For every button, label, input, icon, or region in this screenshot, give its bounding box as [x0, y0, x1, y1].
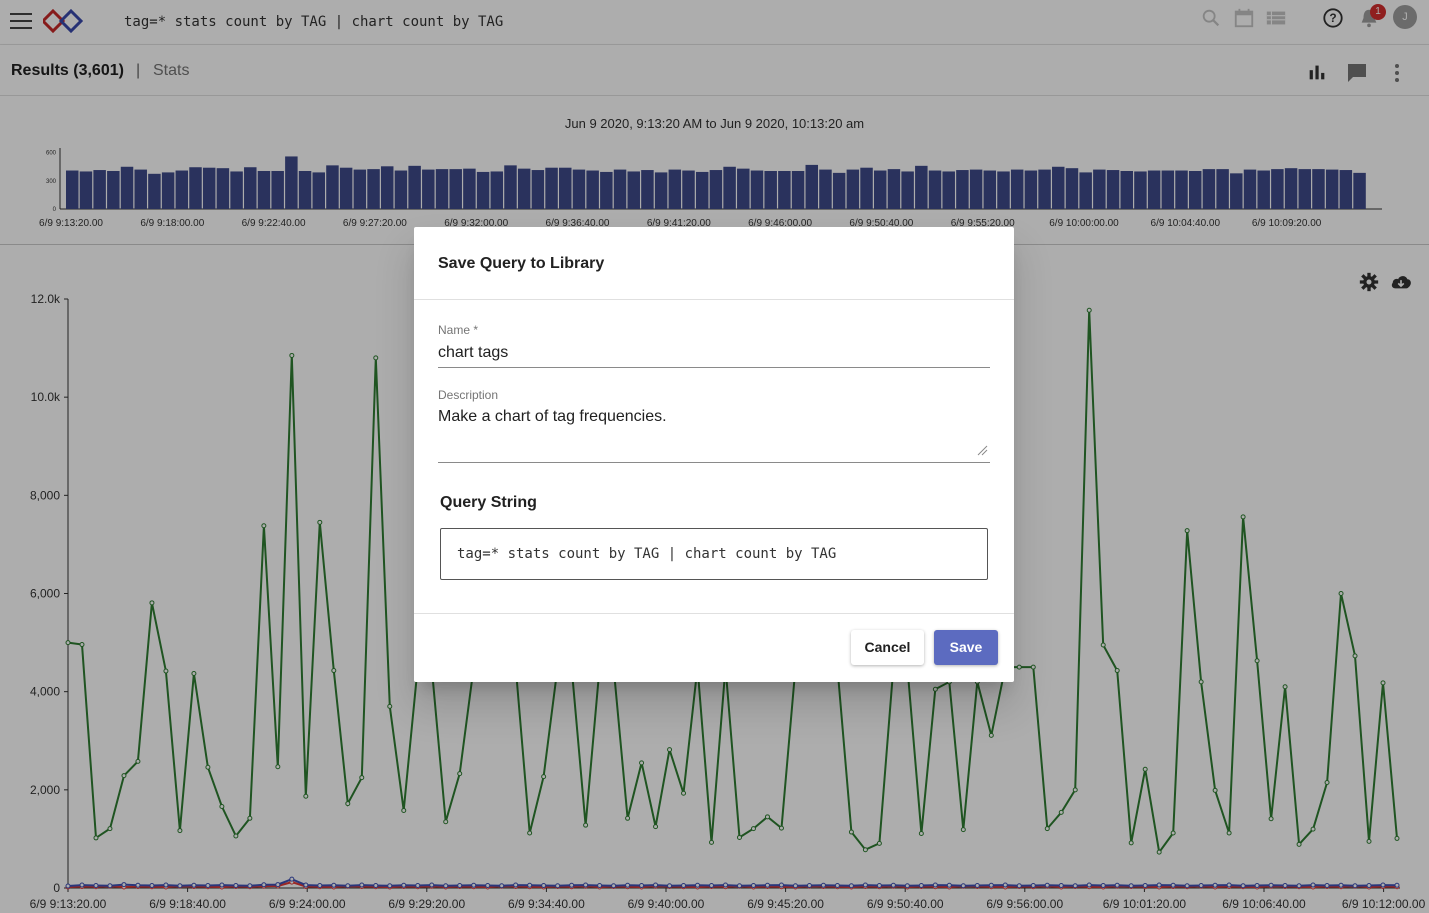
name-label: Name * [438, 323, 479, 337]
query-string-box: tag=* stats count by TAG | chart count b… [440, 528, 988, 580]
description-underline [438, 462, 990, 463]
save-button[interactable]: Save [934, 630, 998, 665]
divider [414, 299, 1014, 300]
dialog-title: Save Query to Library [438, 255, 605, 272]
name-underline [438, 367, 990, 368]
query-string-heading: Query String [440, 494, 537, 511]
query-string-text: tag=* stats count by TAG | chart count b… [457, 546, 837, 562]
description-textarea[interactable]: Make a chart of tag frequencies. [438, 408, 990, 426]
name-input[interactable] [438, 342, 990, 364]
divider [414, 613, 1014, 614]
description-label: Description [438, 388, 499, 402]
cancel-button[interactable]: Cancel [851, 630, 924, 665]
resize-handle-icon[interactable] [976, 444, 988, 456]
save-query-dialog: Save Query to Library Name * Description… [414, 227, 1014, 682]
